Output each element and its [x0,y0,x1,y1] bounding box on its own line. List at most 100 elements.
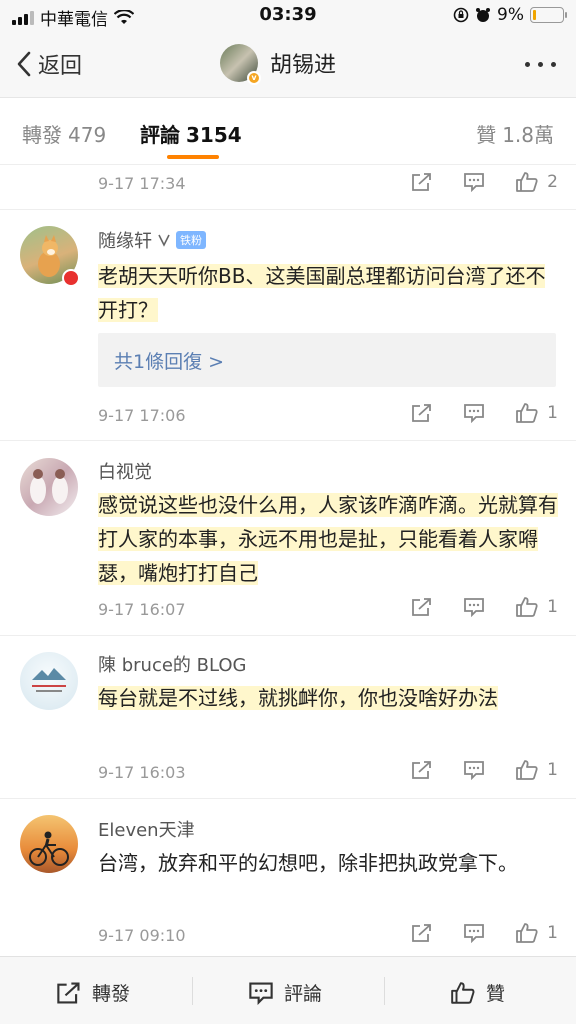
username: 随缘轩 [98,231,152,252]
tab-count: 3154 [186,123,242,147]
tab-likes[interactable]: 贊 1.8萬 [476,119,554,148]
thumbs-up-icon [516,403,538,423]
like-count: 1 [547,760,558,780]
chevron-left-icon [17,51,31,77]
alarm-icon [476,8,491,22]
status-bar: 中華電信 03:39 9% [0,0,576,32]
bottom-action-bar: 轉發 評論 贊 [0,956,576,1024]
comment-author[interactable]: Eleven天津 [98,816,195,842]
username: 陳 bruce的 BLOG [98,655,247,676]
landscape-logo-icon [32,668,66,692]
comment-actions: 1 [411,596,558,618]
comment-text: 台湾，放弃和平的幻想吧，除非把执政党拿下。 [98,851,518,875]
list-item: 9-17 17:34 2 [0,166,576,210]
comment-button[interactable] [463,403,485,423]
username: Eleven天津 [98,820,195,841]
comment-button[interactable]: 評論 [248,979,322,1006]
comment-time: 9-17 17:34 [98,174,186,193]
like-count: 1 [547,597,558,617]
avatar[interactable]: v [220,44,261,85]
like-count: 1 [547,923,558,943]
comment-actions: 1 [411,402,558,424]
avatar[interactable] [20,815,78,873]
share-button[interactable] [411,597,433,617]
like-count: 2 [547,172,558,192]
share-icon [412,924,432,942]
like-button[interactable]: 1 [515,759,558,781]
like-count: 1 [547,403,558,423]
divider [384,977,385,1005]
comment-time: 9-17 09:10 [98,926,186,945]
comment-text: 老胡天天听你BB、这美国副总理都访问台湾了还不开打？ [98,264,546,322]
member-badge-icon [62,269,80,287]
verified-v-icon [158,234,170,247]
list-item: 陳 bruce的 BLOG 每台就是不过线，就挑衅你，你也没啥好办法 9-17 … [0,637,576,799]
tab-count: 479 [68,123,107,147]
repost-label: 轉發 [92,983,131,1005]
comment-actions: 2 [411,171,558,193]
comment-text: 每台就是不过线，就挑衅你，你也没啥好办法 [98,686,498,710]
comment-time: 9-17 16:03 [98,763,186,782]
nav-bar: 返回 v 胡锡进 [0,32,576,98]
tab-label: 轉發 [22,123,62,147]
share-button[interactable] [411,172,433,192]
comment-author[interactable]: 白视觉 [98,458,152,484]
post-author[interactable]: v 胡锡进 [220,44,337,85]
comment-icon [464,173,485,192]
tab-bar: 轉發 479 評論 3154 贊 1.8萬 [0,99,576,165]
tab-reposts[interactable]: 轉發 479 [22,119,106,148]
replies-box: 共1條回復 > [98,333,556,387]
comment-button[interactable] [463,923,485,943]
comment-author[interactable]: 随缘轩 铁粉 [98,227,206,253]
avatar[interactable] [20,458,78,516]
share-button[interactable] [411,760,433,780]
comment-button[interactable] [463,172,485,192]
tab-label: 評論 [140,123,180,147]
comment-label: 評論 [284,983,323,1005]
back-label: 返回 [38,54,83,79]
comment-button[interactable] [463,597,485,617]
more-options-icon[interactable] [525,62,556,67]
comment-icon [464,598,485,617]
thumbs-up-icon [516,923,538,943]
like-button[interactable]: 1 [515,596,558,618]
like-button[interactable]: 1 [515,402,558,424]
repost-button[interactable]: 轉發 [56,979,130,1006]
share-icon [412,404,432,422]
thumbs-up-icon [516,172,538,192]
list-item: Eleven天津 台湾，放弃和平的幻想吧，除非把执政党拿下。 9-17 09:1… [0,800,576,956]
comment-author[interactable]: 陳 bruce的 BLOG [98,651,247,677]
share-button[interactable] [411,403,433,423]
fan-badge: 铁粉 [176,231,206,249]
like-label: 贊 [486,983,506,1005]
avatar[interactable] [20,652,78,710]
share-icon [412,598,432,616]
comment-actions: 1 [411,922,558,944]
thumbs-up-icon [516,597,538,617]
photo-icon [30,469,68,504]
comment-icon [249,981,273,1005]
back-button[interactable]: 返回 [16,48,82,80]
comment-actions: 1 [411,759,558,781]
comment-text: 感觉说这些也没什么用，人家该咋滴咋滴。光就算有打人家的本事，永远不用也是扯，只能… [98,493,558,585]
comment-time: 9-17 16:07 [98,600,186,619]
cyclist-photo-icon [29,831,69,866]
share-icon [57,981,80,1004]
tab-comments[interactable]: 評論 3154 [140,119,242,148]
battery-level [533,10,536,20]
verified-badge-icon: v [247,71,261,85]
rotation-lock-icon [453,7,469,23]
share-button[interactable] [411,923,433,943]
thumbs-up-icon [451,981,475,1004]
comment-time: 9-17 17:06 [98,406,186,425]
comment-icon [464,761,485,780]
comment-button[interactable] [463,760,485,780]
like-button[interactable]: 1 [515,922,558,944]
like-button[interactable]: 2 [515,171,558,193]
view-replies-link[interactable]: 共1條回復 > [114,347,224,374]
battery-percent: 9% [497,5,524,25]
page-title: 胡锡进 [270,53,337,78]
divider [192,977,193,1005]
like-button[interactable]: 贊 [450,979,505,1006]
thumbs-up-icon [516,760,538,780]
